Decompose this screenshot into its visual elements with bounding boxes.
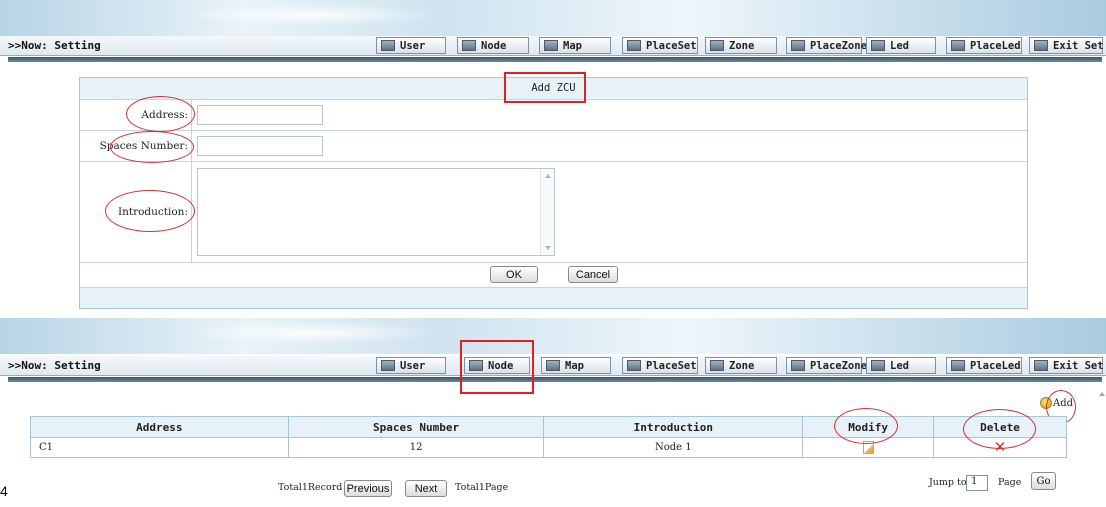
introduction-row: Introduction: [80,162,1027,263]
menu-exit-set-button[interactable]: Exit Set [1029,37,1104,54]
jump-to-label: Jump to [929,477,967,488]
total-record-text: Total1Record [278,482,343,493]
annotation-ellipse-modify [834,408,898,444]
breadcrumb: >>Now: Setting [8,39,101,52]
menubar-shadow [8,57,1102,62]
annotation-box-title [504,72,586,103]
menu-icon [1034,40,1048,51]
menu-zone-button[interactable]: Zone [705,37,777,54]
spaces-number-input[interactable] [197,136,323,156]
table-header-row: Address Spaces Number Introduction Modif… [30,416,1067,438]
cell-address: C1 [30,437,289,458]
page-scroll-up-icon[interactable] [1099,392,1105,396]
annotation-ellipse-address [126,96,195,132]
menu-user-button[interactable]: User [376,37,446,54]
annotation-box-node [460,340,534,394]
menu-zone-button-2[interactable]: Zone [705,357,777,374]
cancel-button[interactable]: Cancel [568,266,618,283]
column-header-introduction: Introduction [543,416,804,438]
menu-led-button[interactable]: Led [866,37,936,54]
menu-exit-set-button-2[interactable]: Exit Set [1029,357,1104,374]
introduction-textarea[interactable] [197,168,555,256]
menu-placezone-button[interactable]: PlaceZone [786,37,867,54]
menu-map-button[interactable]: Map [539,37,611,54]
annotation-ellipse-introduction [105,190,195,232]
top-menubar: >>Now: Setting User Node Map PlaceSet Zo… [0,36,1106,56]
menu-user-button-2[interactable]: User [376,357,446,374]
textarea-scrollbar[interactable] [540,169,554,255]
cell-introduction: Node 1 [543,437,804,458]
menu-icon [544,40,558,51]
menubar-shadow-2 [8,377,1102,382]
table-row: C1 12 Node 1 ✕ [30,437,1067,458]
bottom-banner [0,318,1106,354]
menu-placeled-button[interactable]: PlaceLed [946,37,1022,54]
ok-button[interactable]: OK [490,266,538,283]
menu-icon [951,360,965,371]
menu-node-button[interactable]: Node [457,37,529,54]
menu-icon [462,40,476,51]
page-label: Page [998,477,1022,488]
scroll-up-arrow-icon[interactable] [545,174,551,178]
menu-icon [871,360,885,371]
address-row: Address: [80,100,1027,131]
menu-icon [710,40,724,51]
next-button[interactable]: Next [405,480,447,497]
column-header-spaces-number: Spaces Number [287,416,545,438]
form-footer-row [80,288,1027,308]
menu-icon [951,40,965,51]
scroll-down-arrow-icon[interactable] [545,246,551,250]
menu-icon [1034,360,1048,371]
bottom-menubar: >>Now: Setting User Node Map PlaceSet Zo… [0,356,1106,376]
address-input[interactable] [197,105,323,125]
form-actions-row: OK Cancel [80,263,1027,288]
column-header-address: Address [30,416,289,438]
page-number: 4 [0,483,8,499]
menu-icon [381,40,395,51]
menu-icon [546,360,560,371]
annotation-ellipse-spaces [110,131,194,163]
page-number-input[interactable]: 1 [966,475,988,491]
menu-icon [381,360,395,371]
menu-icon [710,360,724,371]
spaces-number-row: Spaces Number: [80,131,1027,162]
total-page-text: Total1Page [455,482,509,493]
go-button[interactable]: Go [1031,472,1056,490]
menu-placeled-button-2[interactable]: PlaceLed [946,357,1022,374]
menu-placeset-button-2[interactable]: PlaceSet [622,357,698,374]
previous-button[interactable]: Previous [344,480,392,497]
top-banner [0,0,1106,36]
breadcrumb-2: >>Now: Setting [8,359,101,372]
zcu-table: Address Spaces Number Introduction Modif… [30,416,1067,458]
cell-spaces-number: 12 [287,437,545,458]
menu-placeset-button[interactable]: PlaceSet [622,37,698,54]
menu-icon [627,40,641,51]
menu-led-button-2[interactable]: Led [866,357,936,374]
menu-icon [871,40,885,51]
menu-icon [791,40,805,51]
menu-map-button-2[interactable]: Map [541,357,611,374]
menu-icon [627,360,641,371]
menu-placezone-button-2[interactable]: PlaceZone [786,357,867,374]
menu-icon [791,360,805,371]
add-zcu-form: Add ZCU Address: Spaces Number: Introduc… [79,77,1028,309]
annotation-ellipse-delete [963,409,1036,449]
